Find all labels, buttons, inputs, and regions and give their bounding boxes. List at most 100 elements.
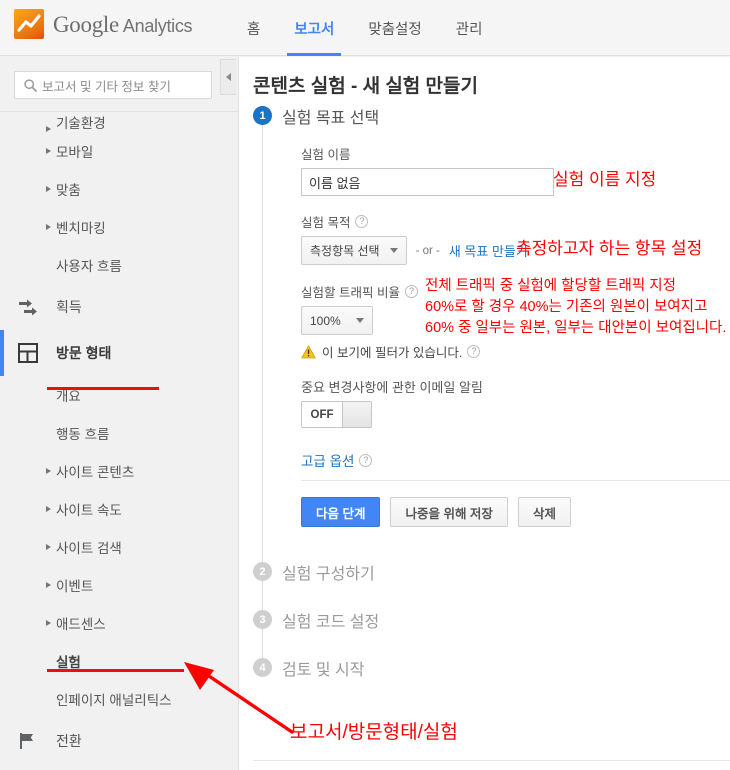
traffic-percentage-select[interactable]: 100%: [301, 306, 373, 335]
objective-select-value: 측정항목 선택: [310, 244, 380, 258]
page-title: 콘텐츠 실험 - 새 실험 만들기: [253, 76, 479, 97]
field-label-text: 중요 변경사항에 관한 이메일 알림: [301, 380, 483, 395]
acquisition-arrows-icon: [16, 295, 40, 319]
sidebar-item-custom[interactable]: 맞춤: [0, 170, 238, 208]
or-separator: - or -: [415, 244, 440, 257]
sidebar-item-overview[interactable]: 개요: [0, 376, 238, 414]
help-icon[interactable]: ?: [404, 285, 418, 298]
footer-divider: [253, 760, 730, 761]
wizard-step-2[interactable]: 2 실험 구성하기: [239, 560, 730, 586]
sidebar-section-acquisition[interactable]: 획득: [0, 284, 238, 330]
brand-google-text: Google: [53, 11, 119, 37]
caret-right-icon: [46, 582, 51, 588]
caret-right-icon: [46, 186, 51, 192]
field-label-text: 실험할 트래픽 비율: [301, 286, 400, 300]
wizard-step-4[interactable]: 4 검토 및 시작: [239, 656, 730, 682]
experiment-name-value: 이름 없음: [309, 175, 361, 191]
sidebar-item-site-search[interactable]: 사이트 검색: [0, 528, 238, 566]
nav-tab-home[interactable]: 홈: [230, 0, 277, 56]
help-icon[interactable]: ?: [467, 345, 481, 358]
search-input[interactable]: 보고서 및 기타 정보 찾기: [14, 71, 212, 99]
sidebar-section-behavior[interactable]: 방문 형태: [0, 330, 238, 376]
sidebar-item-in-page-analytics[interactable]: 인페이지 애널리틱스: [0, 680, 238, 718]
advanced-options-label: 고급 옵션: [301, 454, 355, 469]
caret-right-icon: [46, 148, 51, 154]
objective-metric-select[interactable]: 측정항목 선택: [301, 236, 407, 265]
search-placeholder-text: 보고서 및 기타 정보 찾기: [42, 79, 171, 94]
experiment-name-input[interactable]: 이름 없음: [301, 168, 554, 196]
sidebar-item-adsense[interactable]: 애드센스: [0, 604, 238, 642]
step-title: 검토 및 시작: [282, 662, 365, 679]
sidebar-item-label: 모바일: [56, 145, 94, 160]
step-number-badge: 3: [253, 610, 272, 629]
step-connector-line: [262, 118, 263, 672]
sidebar-item-label: 애드센스: [56, 617, 106, 632]
step-title: 실험 코드 설정: [282, 614, 380, 631]
nav-tab-customization[interactable]: 맞춤설정: [351, 0, 438, 56]
sidebar-item-label: 벤치마킹: [56, 221, 106, 236]
annotation-underline-experiments: [47, 669, 184, 672]
sidebar-item-events[interactable]: 이벤트: [0, 566, 238, 604]
google-analytics-logo[interactable]: Google Analytics: [14, 9, 193, 39]
filter-warning-row: 이 보기에 필터가 있습니다. ?: [301, 342, 730, 361]
email-notification-toggle[interactable]: OFF: [301, 401, 372, 428]
step-number-badge: 2: [253, 562, 272, 581]
sidebar-item-site-speed[interactable]: 사이트 속도: [0, 490, 238, 528]
help-icon[interactable]: ?: [355, 215, 369, 228]
toggle-knob: [342, 402, 371, 427]
email-notification-label: 중요 변경사항에 관한 이메일 알림: [301, 377, 730, 396]
brand-analytics-text: Analytics: [122, 15, 193, 36]
caret-right-icon: [46, 620, 51, 626]
step-1-form: 실험 이름 이름 없음 실험 목적 ? 측정항목 선택 - or - 새 목표: [301, 144, 730, 527]
caret-right-icon: [46, 468, 51, 474]
wizard-step-1[interactable]: 1 실험 목표 선택: [239, 104, 730, 130]
step-title: 실험 구성하기: [282, 566, 375, 583]
sidebar-navigation: 기술환경 모바일 맞춤 벤치마킹 사용자 흐름 획득 방문 형태 개요 행동 흐…: [0, 111, 238, 764]
warning-triangle-icon: [301, 344, 316, 358]
analytics-chart-icon: [14, 9, 44, 39]
toggle-state-label: OFF: [302, 402, 342, 427]
caret-right-icon: [46, 224, 51, 230]
experiment-name-label: 실험 이름: [301, 144, 730, 163]
brand-wordmark: Google Analytics: [53, 11, 193, 37]
sidebar-item-site-content[interactable]: 사이트 콘텐츠: [0, 452, 238, 490]
objective-label: 실험 목적 ?: [301, 212, 730, 231]
sidebar-item-technology[interactable]: 기술환경: [0, 112, 238, 132]
sidebar-item-label: 기술환경: [56, 116, 106, 131]
delete-button[interactable]: 삭제: [517, 497, 571, 527]
step-number-badge: 1: [253, 106, 272, 125]
sidebar-section-conversions[interactable]: 전환: [0, 718, 238, 764]
traffic-select-value: 100%: [310, 313, 341, 328]
advanced-options-link[interactable]: 고급 옵션 ?: [301, 450, 730, 470]
sidebar-item-label: 사이트 콘텐츠: [56, 465, 135, 480]
sidebar-item-behavior-flow[interactable]: 행동 흐름: [0, 414, 238, 452]
sidebar-item-label: 맞춤: [56, 183, 81, 198]
caret-right-icon: [46, 544, 51, 550]
left-sidebar: 보고서 및 기타 정보 찾기 기술환경 모바일 맞춤 벤치마킹 사용자 흐름 획…: [0, 57, 238, 770]
objective-row: 측정항목 선택 - or - 새 목표 만들기: [301, 236, 730, 265]
sidebar-item-mobile[interactable]: 모바일: [0, 132, 238, 170]
sidebar-item-benchmarking[interactable]: 벤치마킹: [0, 208, 238, 246]
sidebar-item-label: 실험: [56, 655, 81, 670]
google-analytics-app: Google Analytics 홈 보고서 맞춤설정 관리 보고서 및 기타 정…: [0, 0, 730, 770]
sidebar-collapse-button[interactable]: [220, 59, 236, 95]
sidebar-item-label: 사용자 흐름: [56, 259, 122, 274]
sidebar-item-experiments[interactable]: 실험: [0, 642, 238, 680]
chevron-left-icon: [226, 73, 231, 81]
field-label-text: 실험 목적: [301, 216, 351, 230]
sidebar-item-label: 이벤트: [56, 579, 94, 594]
sidebar-item-label: 행동 흐름: [56, 427, 110, 442]
primary-navigation: 홈 보고서 맞춤설정 관리: [230, 0, 499, 56]
save-for-later-button[interactable]: 나중을 위해 저장: [390, 497, 508, 527]
nav-tab-admin[interactable]: 관리: [439, 0, 500, 56]
caret-right-icon: [46, 506, 51, 512]
sidebar-item-users-flow[interactable]: 사용자 흐름: [0, 246, 238, 284]
wizard-step-3[interactable]: 3 실험 코드 설정: [239, 608, 730, 634]
next-step-button[interactable]: 다음 단계: [301, 497, 381, 527]
nav-tab-reports[interactable]: 보고서: [277, 0, 351, 56]
form-action-buttons: 다음 단계 나중을 위해 저장 삭제: [301, 497, 730, 527]
create-new-goal-link[interactable]: 새 목표 만들기: [449, 241, 528, 260]
top-header-bar: Google Analytics 홈 보고서 맞춤설정 관리: [0, 0, 730, 56]
help-icon[interactable]: ?: [359, 453, 373, 467]
sidebar-item-label: 사이트 속도: [56, 503, 122, 518]
